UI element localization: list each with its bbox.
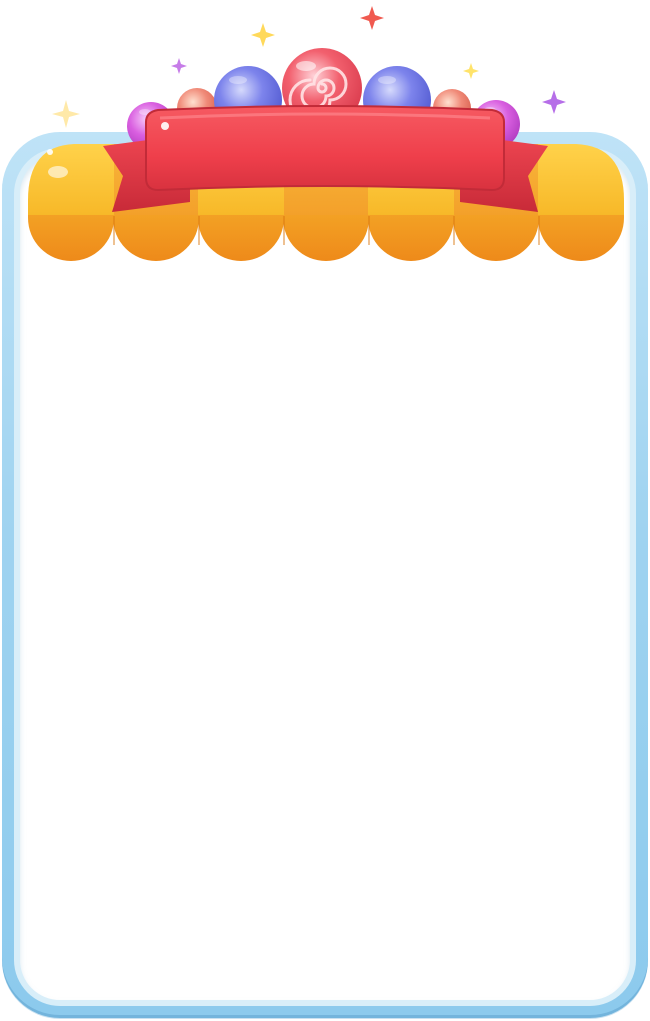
sparkle-icon <box>52 100 80 128</box>
sparkle-icon <box>171 58 187 74</box>
sparkle-icon <box>542 90 566 114</box>
sparkle-icon <box>251 23 275 47</box>
popup-header-decoration <box>28 6 624 261</box>
popup-stage <box>0 0 650 1021</box>
sparkle-icon <box>463 63 479 79</box>
sparkle-icon <box>360 6 384 30</box>
